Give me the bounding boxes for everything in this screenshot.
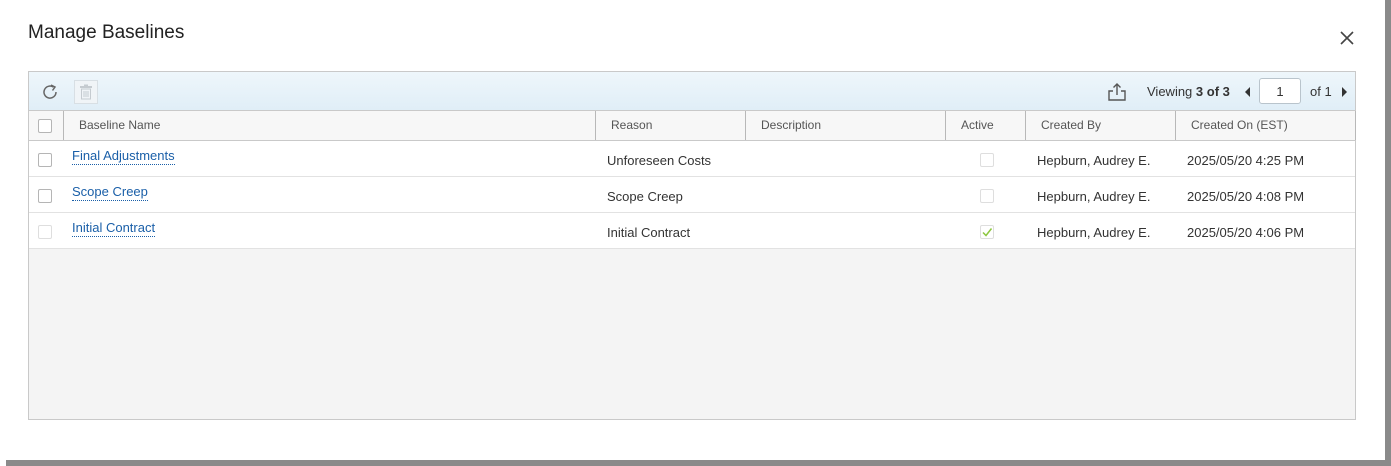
manage-baselines-dialog: Manage Baselines Viewing 3 of 3 1 of 1 B… [0, 0, 1383, 460]
column-header-baseline-name[interactable]: Baseline Name [63, 111, 595, 140]
active-checkbox [980, 189, 994, 203]
baseline-name-link[interactable]: Final Adjustments [72, 148, 175, 165]
reason-cell: Unforeseen Costs [607, 153, 712, 168]
baselines-grid: Viewing 3 of 3 of 1 Baseline Name Reason… [28, 71, 1356, 420]
dialog-shadow [6, 460, 1391, 466]
select-all-checkbox[interactable] [38, 119, 52, 133]
baseline-name-link[interactable]: Initial Contract [72, 220, 156, 237]
refresh-icon[interactable] [38, 80, 62, 104]
close-icon[interactable] [1337, 28, 1357, 48]
row-select-checkbox [38, 225, 52, 239]
table-row: Final Adjustments Unforeseen Costs Hepbu… [29, 141, 1355, 177]
created-on-cell: 2025/05/20 4:25 PM [1187, 153, 1305, 168]
row-select-checkbox[interactable] [38, 153, 52, 167]
active-checkbox [980, 225, 994, 239]
column-header-created-on[interactable]: Created On (EST) [1175, 111, 1356, 140]
dialog-shadow [1385, 0, 1391, 466]
viewing-indicator: Viewing 3 of 3 [1147, 84, 1230, 99]
page-count: of 1 [1310, 84, 1332, 99]
reason-cell: Initial Contract [607, 225, 691, 240]
previous-page-icon[interactable] [1242, 85, 1254, 99]
created-by-cell: Hepburn, Audrey E. [1037, 153, 1151, 168]
created-on-cell: 2025/05/20 4:08 PM [1187, 189, 1305, 204]
viewing-label: Viewing [1147, 84, 1193, 99]
next-page-icon[interactable] [1338, 85, 1350, 99]
row-select-checkbox[interactable] [38, 189, 52, 203]
created-by-cell: Hepburn, Audrey E. [1037, 225, 1151, 240]
created-on-cell: 2025/05/20 4:06 PM [1187, 225, 1305, 240]
export-icon[interactable] [1105, 80, 1129, 104]
dialog-title: Manage Baselines [28, 22, 185, 43]
page-number-input[interactable] [1259, 78, 1301, 104]
column-header-reason[interactable]: Reason [595, 111, 745, 140]
grid-toolbar: Viewing 3 of 3 of 1 [29, 72, 1355, 111]
column-header-created-by[interactable]: Created By [1025, 111, 1175, 140]
reason-cell: Scope Creep [607, 189, 683, 204]
checkmark-icon [982, 228, 993, 237]
column-header-description[interactable]: Description [745, 111, 945, 140]
baseline-name-link[interactable]: Scope Creep [72, 184, 148, 201]
table-row: Initial Contract Initial Contract Hepbur… [29, 213, 1355, 249]
viewing-count: 3 of 3 [1195, 84, 1230, 99]
created-by-cell: Hepburn, Audrey E. [1037, 189, 1151, 204]
active-checkbox [980, 153, 994, 167]
column-header-active[interactable]: Active [945, 111, 1025, 140]
table-row: Scope Creep Scope Creep Hepburn, Audrey … [29, 177, 1355, 213]
trash-icon[interactable] [74, 80, 98, 104]
grid-header: Baseline Name Reason Description Active … [29, 111, 1356, 141]
